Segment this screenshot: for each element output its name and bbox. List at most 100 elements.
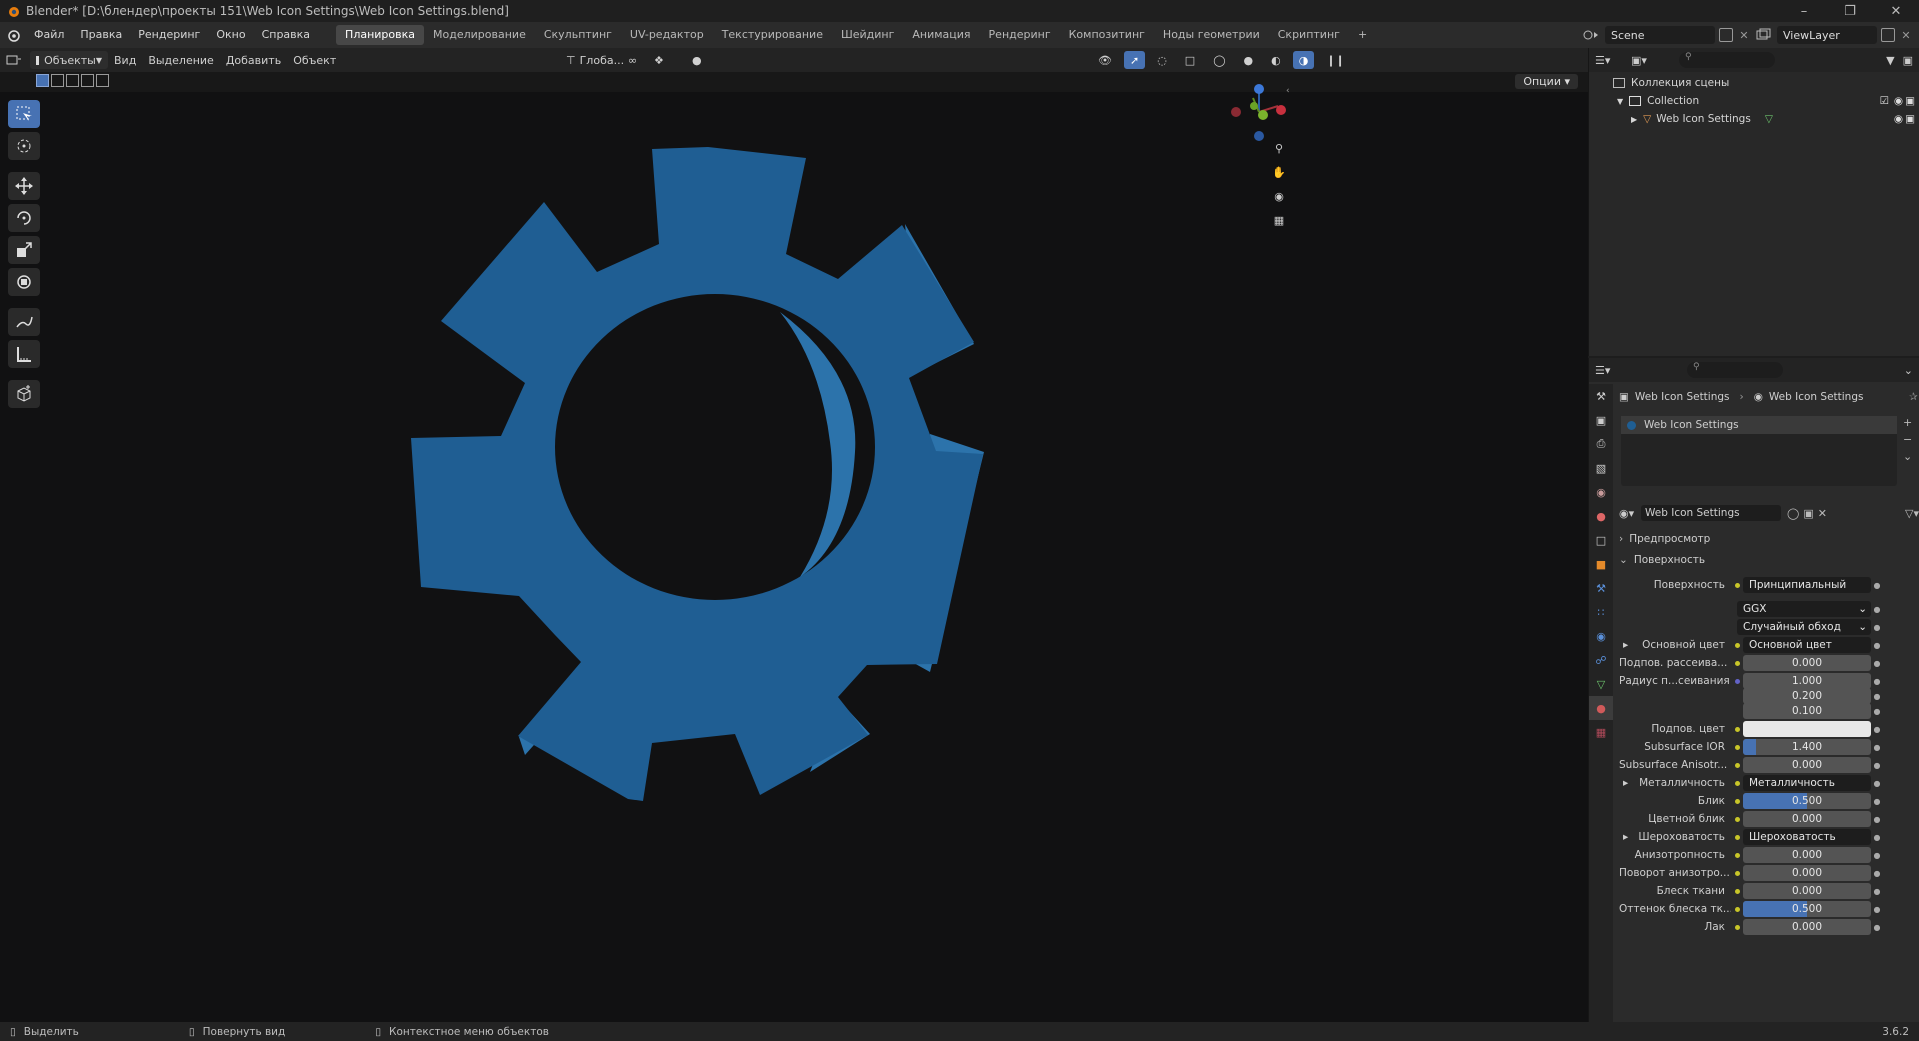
close-button[interactable]: ✕ bbox=[1873, 0, 1919, 22]
socket-link-icon[interactable] bbox=[1731, 870, 1743, 876]
outliner-object-web-icon-settings[interactable]: ▶ ▽ Web Icon Settings ▽ ◉ ▣ bbox=[1589, 110, 1919, 128]
outliner-editor-type-icon[interactable]: ☰▾ bbox=[1595, 54, 1623, 67]
zoom-icon[interactable]: ⚲ bbox=[1270, 142, 1288, 160]
tab-shading[interactable]: Шейдинг bbox=[832, 25, 903, 45]
pin-icon[interactable]: ✰ bbox=[1909, 391, 1918, 403]
color-swatch[interactable] bbox=[1743, 721, 1871, 737]
solid-shading-icon[interactable]: ● bbox=[1238, 51, 1260, 69]
socket-link-icon[interactable] bbox=[1731, 924, 1743, 930]
expand-arrow-icon[interactable]: ▶ bbox=[1631, 115, 1637, 124]
keyframe-dot-icon[interactable]: ● bbox=[1871, 833, 1883, 842]
tab-modeling[interactable]: Моделирование bbox=[424, 25, 535, 45]
view-layer-tab-icon[interactable]: ▧ bbox=[1589, 456, 1613, 480]
add-workspace-button[interactable]: + bbox=[1349, 25, 1376, 45]
number-field[interactable]: 0.000 bbox=[1743, 865, 1871, 881]
material-shading-icon[interactable]: ◐ bbox=[1265, 51, 1287, 69]
wireframe-shading-icon[interactable]: ◯ bbox=[1207, 51, 1231, 69]
outliner-scene-collection[interactable]: Коллекция сцены bbox=[1589, 74, 1919, 92]
filter-icon[interactable]: ▼ bbox=[1886, 54, 1894, 67]
view-layer-selector[interactable]: ViewLayer bbox=[1777, 26, 1877, 44]
tab-geometry-nodes[interactable]: Ноды геометрии bbox=[1154, 25, 1269, 45]
unlink-material-icon[interactable]: ✕ bbox=[1818, 507, 1827, 520]
scene-icon[interactable] bbox=[1583, 28, 1601, 42]
xray-icon[interactable]: □ bbox=[1179, 51, 1201, 69]
number-field[interactable]: 0.000 bbox=[1743, 811, 1871, 827]
chevron-down-icon[interactable]: ⌄ bbox=[1904, 364, 1913, 377]
mesh-data-icon[interactable]: ▽ bbox=[1765, 113, 1773, 125]
tool-tab-icon[interactable]: ⚒ bbox=[1589, 384, 1613, 408]
visibility-icon[interactable]: 👁 bbox=[1092, 51, 1118, 69]
menu-file[interactable]: Файл bbox=[26, 25, 72, 45]
menu-object[interactable]: Объект bbox=[287, 51, 342, 69]
keyframe-dot-icon[interactable]: ● bbox=[1871, 605, 1883, 614]
keyframe-dot-icon[interactable]: ● bbox=[1871, 815, 1883, 824]
sidebar-toggle-icon[interactable]: ‹ bbox=[1286, 86, 1290, 96]
eye-icon[interactable]: ◉ bbox=[1894, 113, 1903, 125]
mode-select[interactable]: Объекты ▼ bbox=[30, 51, 108, 69]
view-layer-icon[interactable] bbox=[1755, 28, 1773, 42]
delete-view-layer-icon[interactable]: ✕ bbox=[1899, 29, 1913, 42]
expand-arrow-icon[interactable]: ▸ bbox=[1619, 777, 1628, 789]
keyframe-dot-icon[interactable]: ● bbox=[1871, 581, 1883, 590]
particles-tab-icon[interactable]: ∷ bbox=[1589, 600, 1613, 624]
exclude-checkbox[interactable]: ☑ bbox=[1880, 95, 1889, 107]
keyframe-dot-icon[interactable]: ● bbox=[1871, 851, 1883, 860]
pan-hand-icon[interactable]: ✋ bbox=[1270, 166, 1288, 184]
number-field[interactable]: 0.000 bbox=[1743, 883, 1871, 899]
number-field[interactable]: 0.100 bbox=[1743, 703, 1871, 719]
panel-surface-header[interactable]: ⌄ Поверхность bbox=[1619, 551, 1705, 569]
new-collection-icon[interactable]: ▣ bbox=[1903, 54, 1913, 67]
number-field[interactable]: 0.500 bbox=[1743, 793, 1871, 809]
minimize-button[interactable]: – bbox=[1781, 0, 1827, 22]
display-mode-icon[interactable]: ▣▾ bbox=[1631, 54, 1659, 67]
socket-link-icon[interactable] bbox=[1731, 726, 1743, 732]
menu-edit[interactable]: Правка bbox=[72, 25, 130, 45]
overlay-icon[interactable]: ◌ bbox=[1151, 51, 1173, 69]
tab-rendering[interactable]: Рендеринг bbox=[980, 25, 1060, 45]
physics-tab-icon[interactable]: ◉ bbox=[1589, 624, 1613, 648]
duplicate-material-icon[interactable]: ▣ bbox=[1803, 507, 1813, 520]
keyframe-dot-icon[interactable]: ● bbox=[1871, 761, 1883, 770]
number-field[interactable]: 0.000 bbox=[1743, 919, 1871, 935]
properties-search-input[interactable]: ⚲ bbox=[1687, 362, 1783, 378]
linked-socket-field[interactable]: Шероховатость bbox=[1743, 829, 1871, 845]
tab-layout[interactable]: Планировка bbox=[336, 25, 425, 45]
world-tab-icon[interactable]: ● bbox=[1589, 504, 1613, 528]
mesh-data-select-icon[interactable]: ▽▾ bbox=[1905, 507, 1919, 520]
linked-socket-field[interactable]: Основной цвет bbox=[1743, 637, 1871, 653]
keyframe-dot-icon[interactable]: ● bbox=[1871, 623, 1883, 632]
properties-editor-type-icon[interactable]: ☰▾ bbox=[1595, 364, 1623, 377]
socket-link-icon[interactable] bbox=[1731, 816, 1743, 822]
keyframe-dot-icon[interactable]: ● bbox=[1871, 923, 1883, 932]
grid-icon[interactable]: ▦ bbox=[1270, 214, 1288, 232]
menu-select[interactable]: Выделение bbox=[142, 51, 220, 69]
fake-user-icon[interactable]: ◯ bbox=[1787, 507, 1799, 520]
rendered-shading-icon[interactable]: ◑ bbox=[1292, 51, 1315, 69]
dropdown-select[interactable]: Случайный обход ⌄ bbox=[1737, 619, 1871, 635]
pivot-point-icon[interactable]: ∞ bbox=[622, 51, 643, 69]
material-browse-icon[interactable]: ◉▾ bbox=[1619, 507, 1641, 520]
menu-add[interactable]: Добавить bbox=[220, 51, 287, 69]
editor-type-icon[interactable] bbox=[0, 51, 30, 69]
keyframe-dot-icon[interactable]: ● bbox=[1871, 779, 1883, 788]
outliner-collection[interactable]: ▼ Collection ☑ ◉ ▣ bbox=[1589, 92, 1919, 110]
keyframe-dot-icon[interactable]: ● bbox=[1871, 641, 1883, 650]
socket-link-icon[interactable] bbox=[1731, 798, 1743, 804]
keyframe-dot-icon[interactable]: ● bbox=[1871, 725, 1883, 734]
panel-preview-header[interactable]: › Предпросмотр bbox=[1619, 530, 1710, 548]
gizmo-icon[interactable]: ➚ bbox=[1123, 51, 1146, 69]
slot-menu-icon[interactable]: ⌄ bbox=[1903, 450, 1912, 463]
number-field[interactable]: 0.500 bbox=[1743, 901, 1871, 917]
number-field[interactable]: 0.000 bbox=[1743, 847, 1871, 863]
3d-viewport[interactable]: Опции ▾ ⚲ ✋ ◉ ▦ ‹ bbox=[0, 72, 1588, 1022]
tab-scripting[interactable]: Скриптинг bbox=[1269, 25, 1349, 45]
expand-arrow-icon[interactable]: ▸ bbox=[1619, 831, 1628, 843]
socket-link-icon[interactable] bbox=[1731, 906, 1743, 912]
material-tab-icon[interactable]: ● bbox=[1589, 696, 1613, 720]
render-tab-icon[interactable]: ▣ bbox=[1589, 408, 1613, 432]
tab-uv-editing[interactable]: UV-редактор bbox=[621, 25, 713, 45]
menu-help[interactable]: Справка bbox=[254, 25, 318, 45]
tab-animation[interactable]: Анимация bbox=[903, 25, 979, 45]
tab-compositing[interactable]: Композитинг bbox=[1060, 25, 1154, 45]
socket-link-icon[interactable] bbox=[1731, 780, 1743, 786]
